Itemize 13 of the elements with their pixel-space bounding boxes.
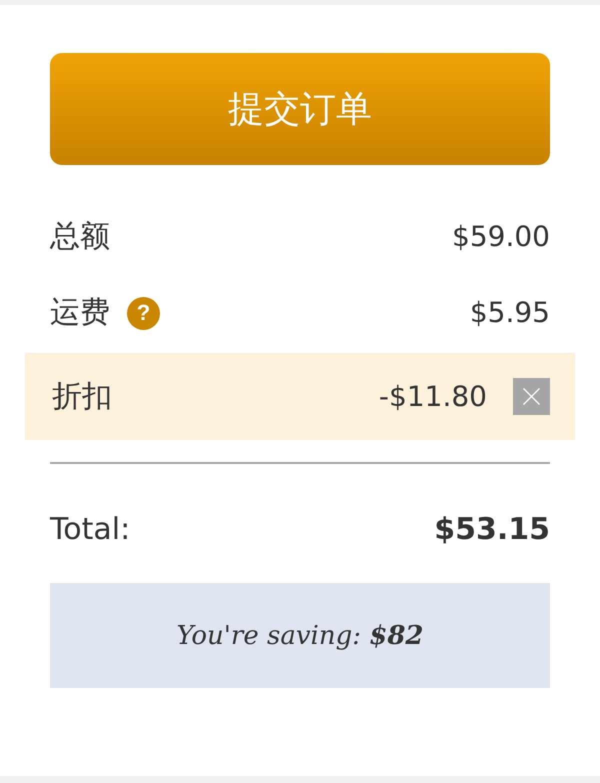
submit-order-button[interactable]: 提交订单 [50,53,550,165]
close-icon [523,388,540,405]
remove-discount-button[interactable] [513,378,550,415]
summary-value: -$11.80 [378,382,487,410]
total-value: $53.15 [434,515,550,545]
savings-text: You're saving: $82 [176,622,424,648]
total-label: Total: [50,515,130,545]
summary-label: 总额 [50,222,110,252]
summary-value: $59.00 [452,223,550,251]
summary-label: 折扣 [52,382,112,412]
summary-label: 运费 [50,298,110,328]
help-icon[interactable]: ? [127,296,160,330]
summary-value: $5.95 [470,299,550,327]
